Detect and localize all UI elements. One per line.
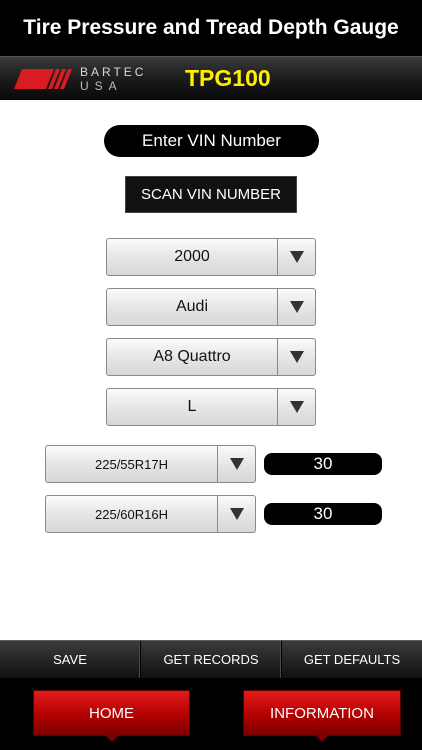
chevron-down-icon[interactable] [277,289,315,325]
notch-indicator [315,735,329,742]
trim-select[interactable]: L [106,388,316,426]
chevron-down-icon[interactable] [277,389,315,425]
model-select[interactable]: A8 Quattro [106,338,316,376]
app-title: Tire Pressure and Tread Depth Gauge [0,0,422,56]
trim-value: L [187,398,197,415]
notch-indicator [104,735,119,742]
chevron-down-icon[interactable] [277,239,315,275]
rear-tire-size-select[interactable]: 225/60R16H [45,495,256,533]
main-content: SCAN VIN NUMBER 2000 Audi A8 Quattro L 2… [0,100,422,640]
rear-tire-size-value: 225/60R16H [95,506,168,522]
get-defaults-button[interactable]: GET DEFAULTS [282,641,422,678]
bottom-nav: HOME INFORMATION [0,678,422,750]
chevron-down-icon[interactable] [277,339,315,375]
vin-input[interactable] [104,125,319,157]
brand-region: USA [80,79,123,93]
bartec-logo-icon [14,69,72,89]
brand-logo-text: BARTEC USA [80,66,146,92]
front-tire-pressure[interactable]: 30 [264,453,382,475]
year-select[interactable]: 2000 [106,238,316,276]
make-value: Audi [175,298,209,315]
save-button[interactable]: SAVE [0,641,141,678]
brand-bar: BARTEC USA TPG100 [0,56,422,100]
chevron-down-icon[interactable] [217,496,255,532]
front-tire-size-select[interactable]: 225/55R17H [45,445,256,483]
action-toolbar: SAVE GET RECORDS GET DEFAULTS [0,640,422,678]
brand-name: BARTEC [80,65,147,79]
home-label: HOME [89,704,134,722]
front-tire-size-value: 225/55R17H [95,456,168,472]
chevron-down-icon[interactable] [217,446,255,482]
model-value: A8 Quattro [153,348,231,365]
scan-vin-button[interactable]: SCAN VIN NUMBER [125,176,297,213]
rear-tire-pressure[interactable]: 30 [264,503,382,525]
information-button[interactable]: INFORMATION [243,690,401,742]
information-label: INFORMATION [270,704,374,722]
app-title-text: Tire Pressure and Tread Depth Gauge [23,16,399,39]
get-records-button[interactable]: GET RECORDS [141,641,282,678]
home-button[interactable]: HOME [33,690,190,742]
model-label: TPG100 [185,65,271,91]
year-value: 2000 [174,248,210,265]
make-select[interactable]: Audi [106,288,316,326]
